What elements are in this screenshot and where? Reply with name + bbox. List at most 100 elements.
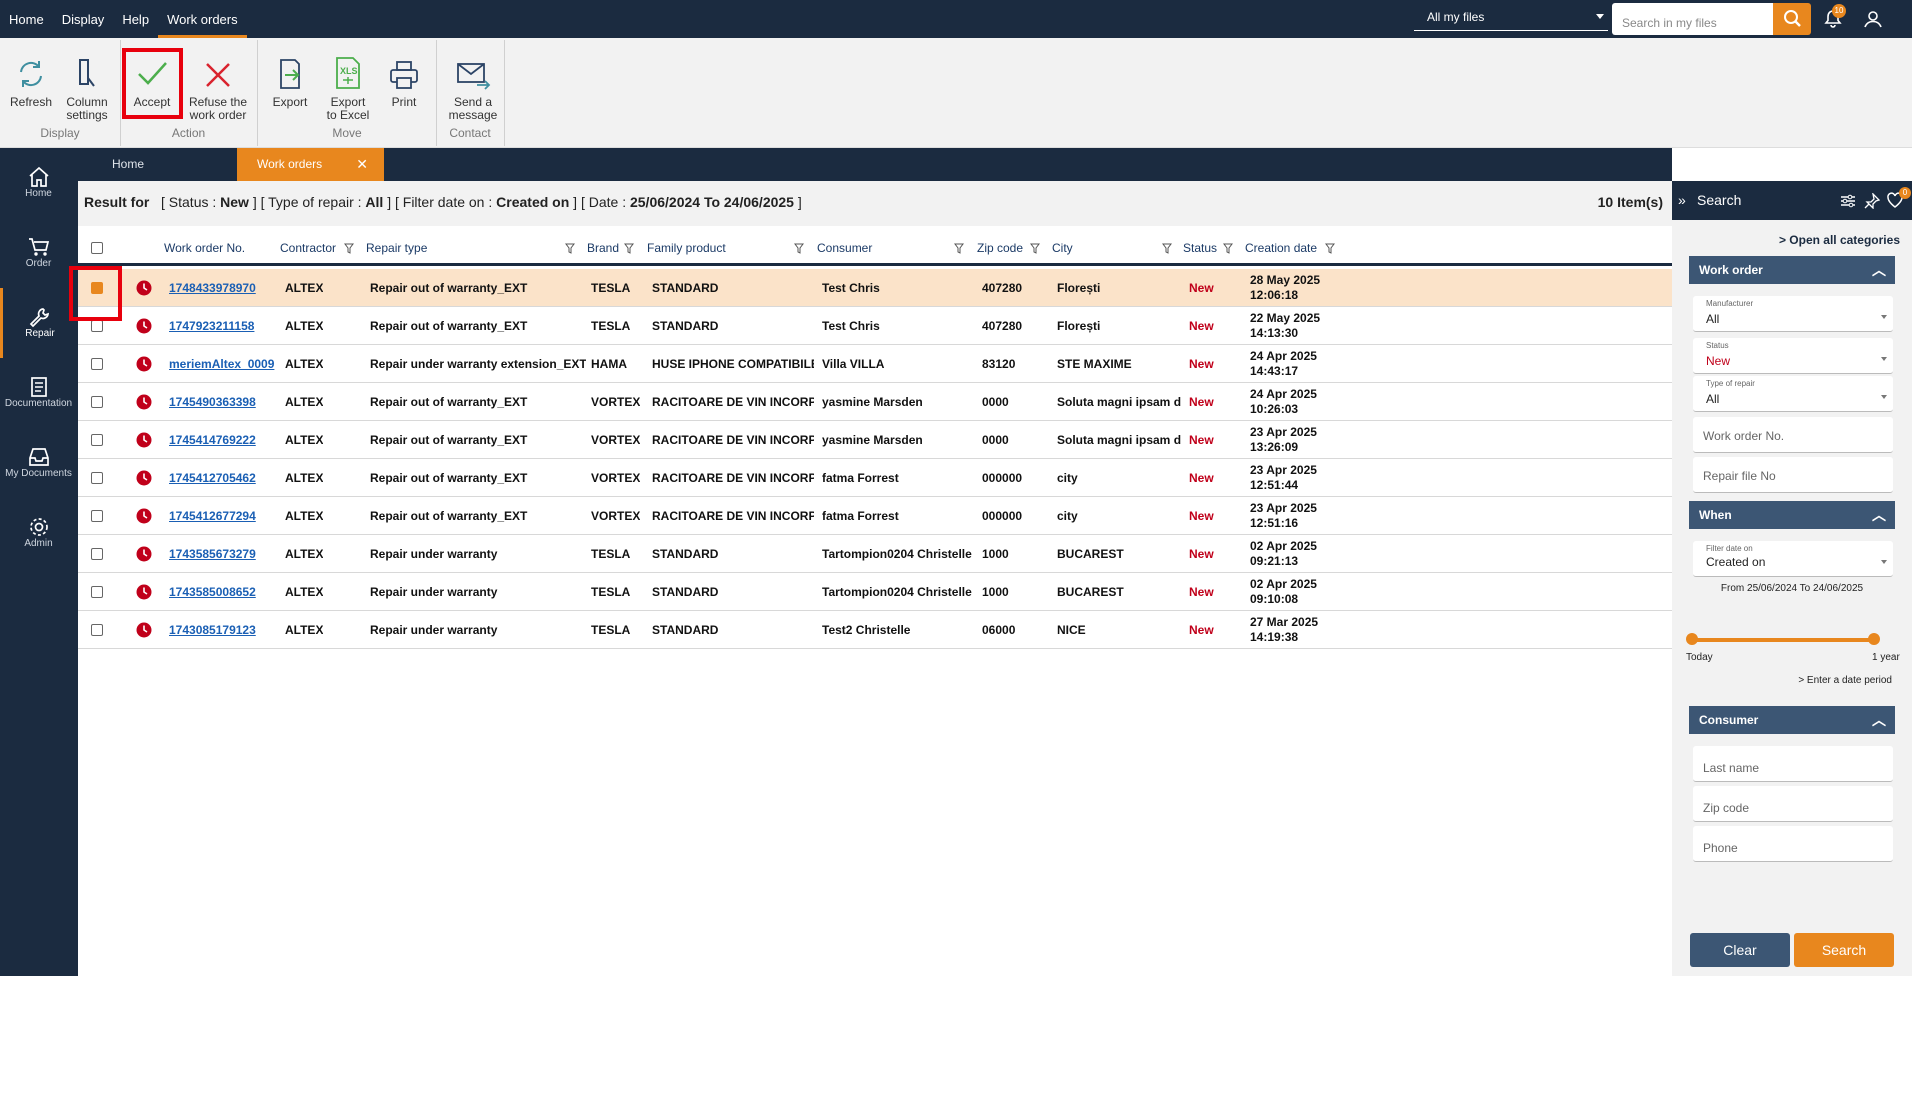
refresh-button[interactable]: Refresh — [6, 38, 56, 126]
col-family-product[interactable]: Family product — [647, 233, 726, 263]
slider-start-handle[interactable] — [1686, 633, 1698, 645]
nav-home[interactable]: Home — [0, 148, 77, 210]
filter-icon[interactable] — [1162, 243, 1172, 254]
section-work-order[interactable]: Work order ︿ — [1689, 256, 1895, 284]
manufacturer-select[interactable]: Manufacturer All — [1693, 296, 1893, 332]
search-button[interactable]: Search — [1794, 933, 1894, 967]
table-row[interactable]: meriemAltex_0009 ALTEX Repair under warran… — [78, 345, 1673, 383]
row-checkbox[interactable] — [91, 320, 103, 332]
filter-icon[interactable] — [954, 243, 964, 254]
table-row[interactable]: 1748433978970 ALTEX Repair out of warranty… — [78, 269, 1673, 307]
row-checkbox[interactable] — [91, 548, 103, 560]
export-button[interactable]: Export — [266, 38, 314, 126]
table-row[interactable]: 1743585008652 ALTEX Repair under warranty T… — [78, 573, 1673, 611]
nav-documentation[interactable]: Documentation — [0, 358, 77, 420]
table-row[interactable]: 1745412705462 ALTEX Repair out of warranty… — [78, 459, 1673, 497]
table-row[interactable]: 1745490363398 ALTEX Repair out of warranty… — [78, 383, 1673, 421]
work-order-link[interactable]: 1745412677294 — [169, 497, 277, 535]
filter-icon[interactable] — [1325, 243, 1335, 254]
col-repair-type[interactable]: Repair type — [366, 233, 427, 263]
user-icon[interactable] — [1862, 8, 1884, 30]
filter-date-select[interactable]: Filter date on Created on — [1693, 541, 1893, 577]
column-settings-button[interactable]: Column settings — [61, 38, 113, 126]
col-city[interactable]: City — [1052, 233, 1073, 263]
filter-icon[interactable] — [565, 243, 575, 254]
send-message-button[interactable]: Send a message — [444, 38, 502, 126]
table-row[interactable]: 1743585673279 ALTEX Repair under warranty T… — [78, 535, 1673, 573]
close-tab-icon[interactable]: ✕ — [356, 148, 368, 181]
print-button[interactable]: Print — [380, 38, 428, 126]
menu-help[interactable]: Help — [113, 0, 158, 38]
open-all-categories-link[interactable]: > Open all categories — [1779, 233, 1900, 247]
table-row[interactable]: 1743085179123 ALTEX Repair under warranty T… — [78, 611, 1673, 649]
table-row[interactable]: 1747923211158 ALTEX Repair out of warranty… — [78, 307, 1673, 345]
work-order-link[interactable]: 1747923211158 — [169, 307, 277, 345]
table-row[interactable]: 1745412677294 ALTEX Repair out of warranty… — [78, 497, 1673, 535]
nav-my-documents-label: My Documents — [5, 468, 72, 479]
row-checkbox[interactable] — [91, 510, 103, 522]
export-excel-button[interactable]: XLS Export to Excel — [322, 38, 374, 126]
refuse-work-order-button[interactable]: Refuse the work order — [183, 38, 253, 126]
enter-date-period-link[interactable]: > Enter a date period — [1798, 675, 1892, 686]
work-order-link[interactable]: 1745414769222 — [169, 421, 277, 459]
collapse-nav-icon[interactable]: « — [26, 1086, 38, 1112]
work-order-link[interactable]: meriemAltex_0009 — [169, 345, 277, 383]
type-of-repair-select[interactable]: Type of repair All — [1693, 376, 1893, 412]
col-consumer[interactable]: Consumer — [817, 233, 872, 263]
row-checkbox[interactable] — [91, 396, 103, 408]
filter-icon[interactable] — [1223, 243, 1233, 254]
row-checkbox[interactable] — [91, 434, 103, 446]
repair-file-no-input[interactable]: Repair file No — [1693, 457, 1893, 493]
status-value: New — [1706, 354, 1731, 368]
nav-repair[interactable]: Repair — [0, 288, 77, 358]
work-order-link[interactable]: 1745412705462 — [169, 459, 277, 497]
tab-home[interactable]: Home — [90, 148, 230, 181]
col-brand[interactable]: Brand — [587, 233, 619, 263]
work-order-link[interactable]: 1748433978970 — [169, 269, 277, 307]
col-contractor[interactable]: Contractor — [280, 233, 336, 263]
sliders-icon[interactable] — [1840, 193, 1856, 209]
nav-admin[interactable]: Admin — [0, 498, 77, 560]
menu-home[interactable]: Home — [0, 0, 53, 38]
row-checkbox[interactable] — [91, 472, 103, 484]
filter-icon[interactable] — [794, 243, 804, 254]
pin-icon[interactable] — [1864, 193, 1880, 209]
nav-order[interactable]: Order — [0, 218, 77, 280]
creation-time: 14:13:30 — [1250, 326, 1299, 340]
select-all-checkbox[interactable] — [91, 242, 103, 254]
expand-icon[interactable]: » — [1678, 181, 1686, 220]
work-order-link[interactable]: 1743085179123 — [169, 611, 277, 649]
work-order-link[interactable]: 1743585008652 — [169, 573, 277, 611]
nav-my-documents[interactable]: My Documents — [0, 428, 77, 490]
clear-button[interactable]: Clear — [1690, 933, 1790, 967]
col-creation-date[interactable]: Creation date — [1245, 233, 1317, 263]
filter-icon[interactable] — [1030, 243, 1040, 254]
date-slider-track[interactable] — [1692, 638, 1872, 642]
slider-end-handle[interactable] — [1868, 633, 1880, 645]
work-order-no-input[interactable]: Work order No. — [1693, 417, 1893, 453]
col-work-order-no[interactable]: Work order No. — [164, 233, 245, 263]
global-search-button[interactable] — [1773, 3, 1811, 35]
tab-work-orders[interactable]: Work orders ✕ — [237, 148, 384, 181]
work-order-link[interactable]: 1743585673279 — [169, 535, 277, 573]
global-search-input[interactable]: Search in my files — [1612, 3, 1773, 35]
menu-work-orders[interactable]: Work orders — [158, 0, 247, 38]
section-when[interactable]: When ︿ — [1689, 501, 1895, 529]
zip-code-input[interactable]: Zip code — [1693, 786, 1893, 822]
table-row[interactable]: 1745414769222 ALTEX Repair out of warranty… — [78, 421, 1673, 459]
row-checkbox[interactable] — [91, 586, 103, 598]
excel-icon: XLS — [336, 57, 360, 89]
filter-icon[interactable] — [344, 243, 354, 254]
status-select[interactable]: Status New — [1693, 338, 1893, 374]
work-order-link[interactable]: 1745490363398 — [169, 383, 277, 421]
menu-display[interactable]: Display — [53, 0, 114, 38]
filter-icon[interactable] — [624, 243, 634, 254]
section-consumer[interactable]: Consumer ︿ — [1689, 706, 1895, 734]
row-checkbox[interactable] — [91, 624, 103, 636]
phone-input[interactable]: Phone — [1693, 826, 1893, 862]
last-name-input[interactable]: Last name — [1693, 746, 1893, 782]
col-zip-code[interactable]: Zip code — [977, 233, 1023, 263]
file-scope-select[interactable]: All my files — [1414, 5, 1608, 31]
col-status[interactable]: Status — [1183, 233, 1217, 263]
row-checkbox[interactable] — [91, 358, 103, 370]
